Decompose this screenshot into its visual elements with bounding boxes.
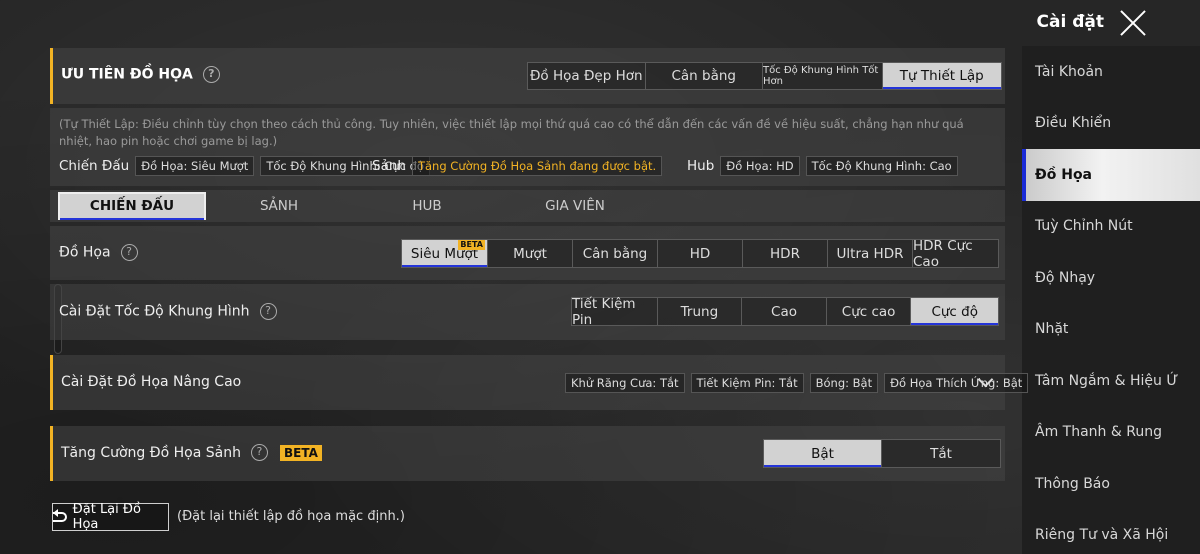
graphics-option-smooth-plus[interactable]: Siêu Mượt BETA [402,240,488,267]
priority-selector: Đồ Họa Đẹp Hơn Cân bằng Tốc Độ Khung Hìn… [527,62,1002,90]
graphics-option-ultra-hdr[interactable]: Ultra HDR [828,240,913,267]
custom-info-panel: (Tự Thiết Lập: Điều chỉnh tùy chọn theo … [50,108,1005,186]
mode-tabs: CHIẾN ĐẤU SẢNH HUB GIA VIÊN [50,190,1005,222]
lobby-boost-toggle: Bật Tắt [763,439,1001,468]
graphics-option-smooth[interactable]: Mượt [488,240,573,267]
sidebar-item-sensitivity[interactable]: Độ Nhạy [1022,252,1200,304]
fps-option-extreme[interactable]: Cực độ [911,298,999,325]
tab-home[interactable]: GIA VIÊN [506,190,644,222]
sidebar-item-button-layout[interactable]: Tuỳ Chỉnh Nút [1022,201,1200,253]
reset-icon [53,509,67,522]
sidebar-item-controls[interactable]: Điều Khiển [1022,98,1200,150]
advanced-summary: Khử Răng Cưa: Tắt Tiết Kiệm Pin: Tắt Bón… [565,373,1034,393]
close-icon[interactable] [1118,8,1148,38]
sidebar-item-privacy[interactable]: Riêng Tư và Xã Hội [1022,510,1200,554]
sidebar: Tài Khoản Điều Khiển Đồ Họa Tuỳ Chỉnh Nú… [1022,46,1200,554]
sidebar-item-account[interactable]: Tài Khoản [1022,46,1200,98]
priority-option-custom[interactable]: Tự Thiết Lập [882,63,1001,89]
lobby-summary: Sảnh Tăng Cường Đồ Họa Sảnh đang được bậ… [372,156,668,176]
tab-hub[interactable]: HUB [358,190,496,222]
graphics-quality-row: Đồ Họa? Siêu Mượt BETA Mượt Cân bằng HD … [50,226,1005,280]
sidebar-item-graphics[interactable]: Đồ Họa [1022,149,1200,201]
fps-option-power-saving[interactable]: Tiết Kiệm Pin [572,296,658,328]
page-title: Cài đặt [1036,12,1104,32]
beta-badge: BETA [279,444,322,461]
graphics-priority-panel: ƯU TIÊN ĐỒ HỌA? Đồ Họa Đẹp Hơn Cân bằng … [50,48,1005,104]
help-icon[interactable]: ? [250,444,268,461]
help-icon[interactable]: ? [120,244,138,261]
advanced-graphics-row[interactable]: Cài Đặt Đồ Họa Nâng Cao Khử Răng Cưa: Tắ… [50,355,1029,410]
beta-tag: BETA [458,240,485,250]
sidebar-item-notifications[interactable]: Thông Báo [1022,458,1200,510]
sidebar-item-sound[interactable]: Âm Thanh & Rung [1022,407,1200,459]
lobby-boost-row: Tăng Cường Đồ Họa Sảnh ? BETA Bật Tắt [50,426,1005,481]
adaptive-graphics-chip: Đồ Họa Thích Ứng: Bật [884,373,1029,393]
graphics-option-hd[interactable]: HD [658,240,743,267]
sidebar-item-crosshair[interactable]: Tâm Ngắm & Hiệu Ứ [1022,355,1200,407]
anti-aliasing-chip: Khử Răng Cưa: Tắt [565,373,685,393]
graphics-priority-title: ƯU TIÊN ĐỒ HỌA? [61,66,220,83]
graphics-option-hdr[interactable]: HDR [743,240,828,267]
lobby-boost-off[interactable]: Tắt [882,440,1000,467]
graphics-quality-label: Đồ Họa? [59,244,138,261]
help-icon[interactable]: ? [259,303,277,320]
reset-note: (Đặt lại thiết lập đồ họa mặc định.) [177,509,405,524]
shadows-chip: Bóng: Bật [809,373,879,393]
graphics-option-extreme-hdr[interactable]: HDR Cực Cao [913,238,998,270]
frame-rate-label: Cài Đặt Tốc Độ Khung Hình? [59,303,277,320]
fps-option-high[interactable]: Cao [742,298,827,325]
fps-option-medium[interactable]: Trung [657,298,743,325]
help-icon[interactable]: ? [202,66,220,83]
advanced-graphics-label: Cài Đặt Đồ Họa Nâng Cao [61,374,242,390]
graphics-quality-selector: Siêu Mượt BETA Mượt Cân bằng HD HDR Ultr… [401,238,999,270]
priority-option-balanced[interactable]: Cân bằng [645,63,763,89]
frame-rate-row: Cài Đặt Tốc Độ Khung Hình? Tiết Kiệm Pin… [50,284,1005,340]
lobby-boost-on[interactable]: Bật [764,440,882,467]
priority-option-better-fps[interactable]: Tốc Độ Khung Hình Tốt Hơn [763,63,883,89]
battle-graphics-chip: Đồ Họa: Siêu Mượt [135,156,255,176]
reset-graphics-button[interactable]: Đặt Lại Đồ Họa [52,502,169,532]
tab-battle[interactable]: CHIẾN ĐẤU [58,192,206,220]
graphics-option-balanced[interactable]: Cân bằng [573,240,658,267]
custom-info-text: (Tự Thiết Lập: Điều chỉnh tùy chọn theo … [59,117,964,148]
fps-option-ultra[interactable]: Cực cao [826,298,912,325]
battery-saver-chip: Tiết Kiệm Pin: Tắt [690,373,804,393]
lobby-status-chip: Tăng Cường Đồ Họa Sảnh đang được bật. [411,156,663,176]
hub-fps-chip: Tốc Độ Khung Hình: Cao [805,156,958,176]
lobby-boost-label: Tăng Cường Đồ Họa Sảnh ? BETA [61,444,322,461]
sidebar-item-pickup[interactable]: Nhặt [1022,304,1200,356]
frame-rate-selector: Tiết Kiệm Pin Trung Cao Cực cao Cực độ [571,296,999,328]
hub-graphics-chip: Đồ Họa: HD [720,156,800,176]
hub-summary: Hub Đồ Họa: HD Tốc Độ Khung Hình: Cao [687,156,964,176]
tab-lobby[interactable]: SẢNH [210,190,348,222]
priority-option-better-graphics[interactable]: Đồ Họa Đẹp Hơn [528,63,646,89]
